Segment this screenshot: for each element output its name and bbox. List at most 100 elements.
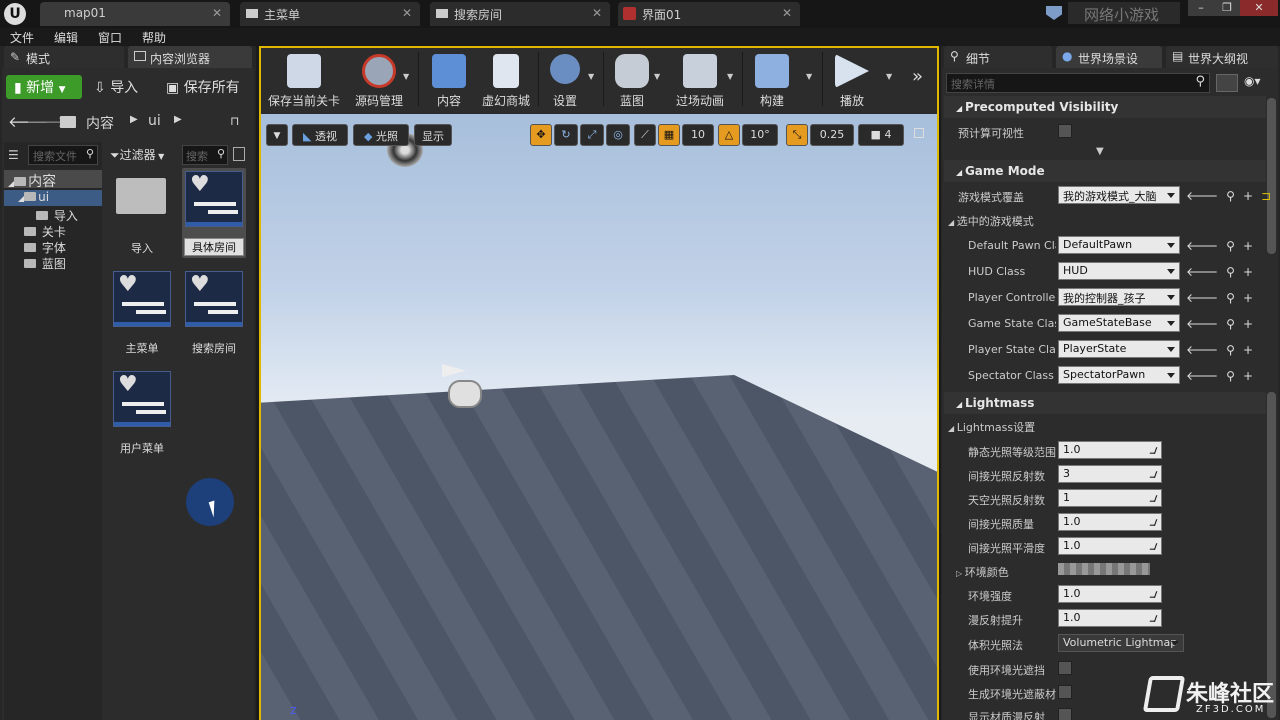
close-icon[interactable]: ✕ <box>782 6 792 20</box>
search-icon[interactable]: ⚲ <box>1195 74 1205 89</box>
tab-details[interactable]: ⚲ 细节 <box>944 46 1052 68</box>
chevron-down-icon[interactable]: ▼ <box>654 72 660 81</box>
close-icon[interactable]: ✕ <box>402 6 412 20</box>
spectator-class-combo[interactable]: SpectatorPawn <box>1058 366 1180 384</box>
player-controller-combo[interactable]: 我的控制器_孩子 <box>1058 288 1180 306</box>
numeric-field[interactable]: 1.0 <box>1058 513 1162 531</box>
close-icon[interactable]: ✕ <box>592 6 602 20</box>
tree-item-ui[interactable]: ◢ ui <box>4 190 102 206</box>
save-current-level-button[interactable]: 保存当前关卡 <box>264 50 344 110</box>
breadcrumb-content[interactable]: 内容 <box>86 113 114 133</box>
asset-search-input[interactable]: 搜索 ⚲ <box>182 145 228 165</box>
menu-file[interactable]: 文件 <box>10 29 34 46</box>
save-search-icon[interactable] <box>233 147 245 161</box>
asset-main-menu[interactable]: ♥ 主菜单 <box>110 268 174 358</box>
prop-actions[interactable]: 🡐⚲+ <box>1186 316 1261 331</box>
viewport-options-button[interactable]: ▼ <box>266 124 288 146</box>
toolbar-overflow-icon[interactable]: » <box>912 66 923 87</box>
minimize-button[interactable]: – <box>1188 0 1214 16</box>
close-window-button[interactable]: ✕ <box>1240 0 1278 16</box>
advanced-expand-icon[interactable]: ▼ <box>1096 146 1104 157</box>
settings-button[interactable]: 设置 <box>540 50 590 110</box>
prop-selected-gamemode[interactable]: ◢ 选中的游戏模式 <box>944 208 1266 232</box>
filters-button[interactable]: ⏷过滤器 ▼ <box>110 146 176 164</box>
rotate-mode-button[interactable]: ↻ <box>554 124 578 146</box>
menu-window[interactable]: 窗口 <box>98 29 122 46</box>
close-icon[interactable]: ✕ <box>212 6 222 20</box>
chevron-down-icon[interactable]: ▼ <box>886 72 892 81</box>
tree-toggle-icon[interactable]: ☰ <box>8 148 19 162</box>
asset-label-selected[interactable]: 具体房间 <box>184 238 244 256</box>
camera-speed-button[interactable]: ■ 4 <box>858 124 904 146</box>
build-button[interactable]: 构建 <box>744 50 800 110</box>
menu-edit[interactable]: 编辑 <box>54 29 78 46</box>
checkbox[interactable] <box>1058 685 1072 699</box>
view-options-icon[interactable]: ◉▾ <box>1244 74 1261 88</box>
numeric-field[interactable]: 1 <box>1058 489 1162 507</box>
doc-tab-search-room[interactable]: 搜索房间 ✕ <box>430 2 610 26</box>
numeric-field[interactable]: 3 <box>1058 465 1162 483</box>
maximize-viewport-icon[interactable] <box>914 128 924 138</box>
player-state-combo[interactable]: PlayerState <box>1058 340 1180 358</box>
expand-icon[interactable]: ▷ <box>956 569 965 578</box>
show-button[interactable]: 显示 <box>414 124 452 146</box>
save-all-button[interactable]: ▣ 保存所有 <box>166 77 252 97</box>
property-matrix-icon[interactable] <box>1216 74 1238 92</box>
numeric-field[interactable]: 1.0 <box>1058 609 1162 627</box>
category-precomputed-visibility[interactable]: ◢ Precomputed Visibility <box>944 96 1266 118</box>
menu-help[interactable]: 帮助 <box>142 29 166 46</box>
category-game-mode[interactable]: ◢ Game Mode <box>944 160 1266 182</box>
maximize-button[interactable]: ❐ <box>1214 0 1240 16</box>
scale-snap-value[interactable]: 0.25 <box>810 124 854 146</box>
perspective-button[interactable]: ◣ 透视 <box>292 124 348 146</box>
asset-folder-import[interactable]: 导入 <box>110 170 174 260</box>
feedback-icon[interactable] <box>1046 6 1062 20</box>
import-button[interactable]: ⇩ 导入 <box>94 77 156 97</box>
doc-tab-main-menu[interactable]: 主菜单 ✕ <box>240 2 420 26</box>
volume-lighting-combo[interactable]: Volumetric Lightmap <box>1058 634 1184 652</box>
content-button[interactable]: 内容 <box>420 50 478 110</box>
chevron-down-icon[interactable]: ▼ <box>588 72 594 81</box>
play-button[interactable]: 播放 <box>824 50 880 110</box>
chevron-down-icon[interactable]: ▼ <box>727 72 733 81</box>
tree-item-import[interactable]: 导入 <box>36 207 78 224</box>
prop-actions[interactable]: 🡐⚲+ <box>1186 290 1261 305</box>
scale-mode-button[interactable]: ⤢ <box>580 124 604 146</box>
prop-actions[interactable]: 🡐⚲+ <box>1186 342 1261 357</box>
checkbox[interactable] <box>1058 124 1072 138</box>
checkbox[interactable] <box>1058 708 1072 720</box>
details-scrollbar[interactable] <box>1267 98 1276 254</box>
search-icon[interactable]: ⚲ <box>217 147 225 160</box>
rotation-snap-toggle[interactable]: △ <box>718 124 740 146</box>
numeric-field[interactable]: 1.0 <box>1058 537 1162 555</box>
category-lightmass[interactable]: ◢ Lightmass <box>944 392 1266 414</box>
tree-item-levels[interactable]: 关卡 <box>24 223 66 240</box>
asset-specific-room[interactable]: ♥ 具体房间 <box>182 168 246 258</box>
asset-search-room[interactable]: ♥ 搜索房间 <box>182 268 246 358</box>
marketplace-button[interactable]: 虚幻商城 <box>478 50 534 110</box>
chevron-down-icon[interactable]: ▼ <box>806 72 812 81</box>
prop-actions[interactable]: 🡐⚲+⊐ <box>1186 188 1279 203</box>
tree-item-blueprints[interactable]: 蓝图 <box>24 255 66 272</box>
surface-snap-button[interactable]: ⟋ <box>634 124 656 146</box>
tab-modes[interactable]: ✎ 模式 <box>4 46 124 68</box>
prop-actions[interactable]: 🡐⚲+ <box>1186 264 1261 279</box>
prop-lightmass-settings[interactable]: ◢ Lightmass设置 <box>944 414 1266 438</box>
checkbox[interactable] <box>1058 661 1072 675</box>
tree-item-content[interactable]: ◢ 内容 <box>4 170 102 190</box>
prop-actions[interactable]: 🡐⚲+ <box>1186 238 1261 253</box>
default-pawn-combo[interactable]: DefaultPawn <box>1058 236 1180 254</box>
folder-search-input[interactable]: 搜索文件 ⚲ <box>28 145 98 165</box>
grid-snap-toggle[interactable]: ▦ <box>658 124 680 146</box>
search-icon[interactable]: ⚲ <box>86 147 94 160</box>
cinematics-button[interactable]: 过场动画 <box>666 50 734 110</box>
doc-tab-interface01[interactable]: 界面01 ✕ <box>618 2 800 26</box>
doc-tab-map01[interactable]: map01 ✕ <box>40 2 230 26</box>
grid-snap-value[interactable]: 10 <box>682 124 714 146</box>
gamemode-override-combo[interactable]: 我的游戏模式_大脑 <box>1058 186 1180 204</box>
asset-user-menu[interactable]: ♥ 用户菜单 <box>110 368 174 458</box>
tab-world-settings[interactable]: ● 世界场景设 <box>1056 46 1162 68</box>
lit-button[interactable]: ◆ 光照 <box>353 124 409 146</box>
unreal-logo-icon[interactable]: U <box>4 3 26 25</box>
chevron-down-icon[interactable]: ▼ <box>403 72 409 81</box>
